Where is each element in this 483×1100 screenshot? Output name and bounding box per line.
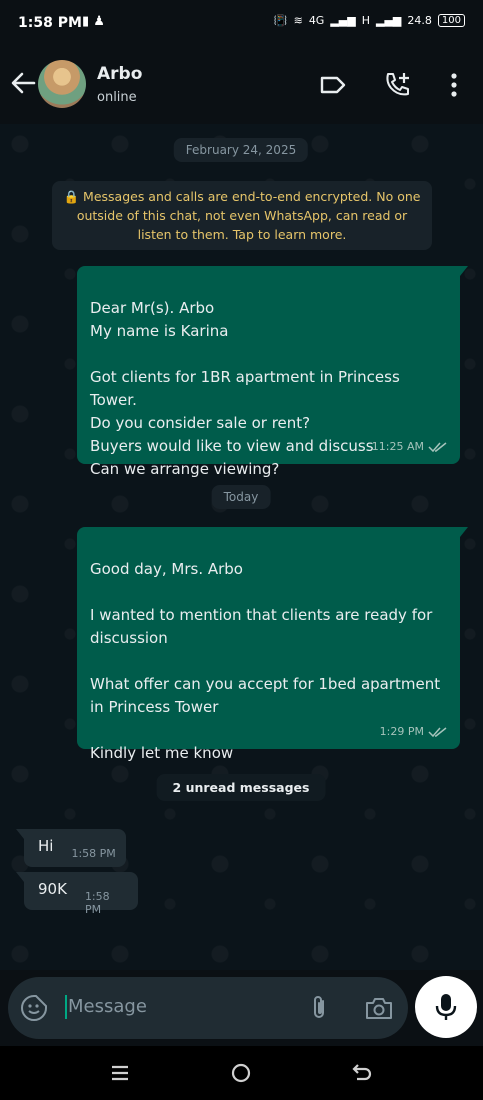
message-text: 90K — [38, 880, 67, 898]
status-bar: 1:58 PM ▮ ♟ 📳 ≋ 4G ▂▄▆ H ▂▄▆ 24.8 100 — [0, 0, 483, 48]
outgoing-message[interactable]: Good day, Mrs. Arbo I wanted to mention … — [77, 527, 468, 762]
message-time: 1:58 PM — [71, 847, 116, 860]
double-check-icon — [428, 441, 447, 452]
message-text: Hi — [38, 837, 54, 855]
wifi-icon: ≋ — [293, 14, 303, 27]
avatar[interactable] — [38, 60, 86, 108]
sticker-icon[interactable] — [20, 994, 48, 1022]
incoming-message[interactable]: Hi 1:58 PM — [16, 829, 126, 867]
add-call-icon[interactable] — [382, 70, 412, 100]
label-icon[interactable] — [318, 70, 348, 100]
chat-header: Arbo online — [0, 48, 483, 124]
chat-area[interactable]: February 24, 2025 🔒 Messages and calls a… — [0, 124, 483, 970]
status-right-icons: 📳 ≋ 4G ▂▄▆ H ▂▄▆ 24.8 100 — [274, 14, 465, 27]
data-speed: 24.8 — [407, 14, 432, 27]
home-icon[interactable] — [229, 1061, 253, 1085]
signal-icon-2: ▂▄▆ — [376, 14, 402, 27]
camera-icon[interactable] — [364, 994, 394, 1022]
network-4g-label: 4G — [308, 14, 325, 27]
message-input-bar: Message — [8, 977, 408, 1039]
microphone-icon — [435, 994, 457, 1020]
contact-name[interactable]: Arbo — [97, 64, 142, 84]
date-divider-today: Today — [211, 485, 271, 509]
attach-icon[interactable] — [306, 994, 332, 1022]
network-h-label: H — [361, 14, 371, 27]
text-caret — [65, 995, 67, 1019]
battery-indicator: 100 — [437, 14, 465, 27]
signal-icon: ▂▄▆ — [330, 14, 356, 27]
contact-status: online — [97, 90, 137, 105]
system-navigation-bar — [0, 1046, 483, 1100]
back-arrow-icon[interactable] — [8, 68, 38, 98]
vibrate-icon: 📳 — [273, 14, 288, 27]
message-time: 1:29 PM — [379, 725, 424, 738]
message-meta: 1:29 PM — [380, 720, 448, 743]
back-nav-icon[interactable] — [350, 1061, 374, 1085]
double-check-icon — [428, 726, 447, 737]
outgoing-message[interactable]: Dear Mr(s). Arbo My name is Karina Got c… — [77, 266, 468, 478]
encryption-notice[interactable]: 🔒 Messages and calls are end-to-end encr… — [52, 181, 432, 250]
message-time: 11:25 AM — [371, 440, 424, 453]
status-time: 1:58 PM — [18, 15, 82, 31]
incoming-message[interactable]: 90K 1:58 PM — [16, 872, 138, 916]
recent-apps-icon[interactable] — [108, 1061, 132, 1085]
message-time: 1:58 PM — [84, 890, 110, 916]
date-divider: February 24, 2025 — [173, 138, 309, 162]
unread-divider: 2 unread messages — [156, 774, 326, 801]
message-meta: 11:25 AM — [372, 435, 448, 458]
more-vert-icon[interactable] — [439, 70, 469, 100]
voice-message-button[interactable] — [415, 976, 477, 1038]
notification-icons: ▮ ♟ — [82, 14, 105, 29]
message-text: Dear Mr(s). Arbo My name is Karina Got c… — [90, 299, 400, 478]
message-input[interactable]: Message — [68, 996, 147, 1017]
